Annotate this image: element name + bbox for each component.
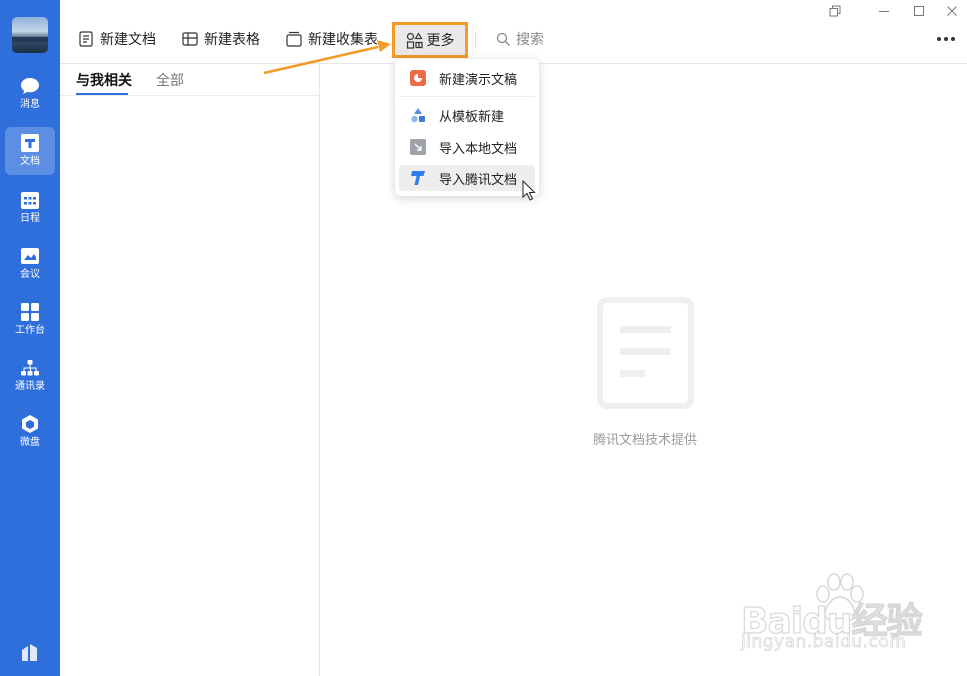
shapes-more-icon: [406, 31, 423, 49]
slides-icon: [410, 70, 426, 86]
doc-icon: [20, 133, 40, 153]
menu-item-label: 导入本地文档: [439, 141, 518, 157]
mouse-cursor-icon: [522, 180, 536, 201]
calendar-icon: [20, 190, 40, 210]
menu-item-label: 导入腾讯文档: [439, 172, 518, 188]
empty-document-icon: [597, 297, 694, 409]
new-sheet-icon: [182, 32, 198, 46]
sidebar: 消息 文档 日程 会议 工作台 通讯录 微盘: [0, 0, 60, 676]
grid-icon: [20, 302, 40, 322]
new-sheet-button[interactable]: 新建表格: [182, 26, 260, 52]
sidebar-item-contacts[interactable]: 通讯录: [5, 352, 55, 400]
restore-window-icon[interactable]: [828, 4, 842, 18]
sidebar-item-workspace[interactable]: 工作台: [5, 296, 55, 344]
drive-icon: [20, 414, 40, 434]
sidebar-item-calendar[interactable]: 日程: [5, 184, 55, 232]
tencent-docs-icon: [410, 170, 426, 186]
sidebar-item-label: 文档: [20, 156, 40, 167]
new-doc-icon: [79, 31, 93, 47]
minimize-icon[interactable]: [877, 4, 891, 18]
tab-all[interactable]: 全部: [156, 70, 184, 90]
sidebar-item-label: 日程: [20, 213, 40, 224]
more-options-icon[interactable]: [937, 37, 955, 41]
sidebar-item-label: 通讯录: [15, 381, 45, 392]
more-button[interactable]: 更多: [392, 22, 468, 58]
import-local-icon: [410, 139, 426, 155]
sidebar-item-messages[interactable]: 消息: [5, 70, 55, 118]
more-dropdown-menu: 新建演示文稿 从模板新建 导入本地文档 导入腾讯文档: [395, 59, 539, 196]
sidebar-item-label: 微盘: [20, 437, 40, 448]
menu-divider: [399, 96, 535, 97]
sidebar-item-meetings[interactable]: 会议: [5, 240, 55, 288]
empty-state-text: 腾讯文档技术提供: [592, 433, 697, 448]
baidu-jingyan-watermark: Baidu经验 jingyan.baidu.com: [740, 572, 941, 662]
org-chart-icon: [20, 358, 40, 378]
more-label: 更多: [426, 33, 455, 49]
new-sheet-label: 新建表格: [204, 32, 260, 48]
new-form-icon: [286, 31, 302, 47]
menu-item-label: 从模板新建: [439, 109, 505, 125]
menu-item-import-local[interactable]: 导入本地文档: [399, 134, 535, 160]
search-placeholder: 搜索: [516, 32, 544, 48]
new-doc-label: 新建文档: [100, 32, 156, 48]
sidebar-item-label: 工作台: [15, 325, 45, 336]
avatar[interactable]: [12, 17, 48, 53]
doc-list-panel: 与我相关 全部: [60, 64, 320, 676]
menu-item-from-template[interactable]: 从模板新建: [399, 102, 535, 128]
sidebar-item-label: 消息: [20, 99, 40, 110]
template-shapes-icon: [410, 107, 426, 123]
search-input[interactable]: 搜索: [496, 26, 544, 52]
new-doc-button[interactable]: 新建文档: [78, 26, 156, 52]
buildings-icon[interactable]: [20, 642, 40, 662]
tabs-divider: [60, 95, 319, 96]
chat-bubble-icon: [20, 76, 40, 96]
watermark-url: jingyan.baidu.com: [741, 632, 907, 653]
toolbar-divider: [475, 31, 476, 47]
sidebar-item-drive[interactable]: 微盘: [5, 408, 55, 456]
sidebar-item-docs[interactable]: 文档: [5, 127, 55, 175]
close-icon[interactable]: [945, 4, 959, 18]
search-icon: [496, 32, 510, 46]
sidebar-item-label: 会议: [20, 269, 40, 280]
new-form-button[interactable]: 新建收集表: [286, 26, 378, 52]
tab-related[interactable]: 与我相关: [76, 70, 132, 90]
menu-item-label: 新建演示文稿: [439, 72, 518, 88]
new-form-label: 新建收集表: [308, 32, 378, 48]
maximize-icon[interactable]: [912, 4, 926, 18]
meeting-icon: [20, 246, 40, 266]
menu-item-import-tencent[interactable]: 导入腾讯文档: [399, 165, 535, 191]
menu-item-new-slides[interactable]: 新建演示文稿: [399, 65, 535, 91]
